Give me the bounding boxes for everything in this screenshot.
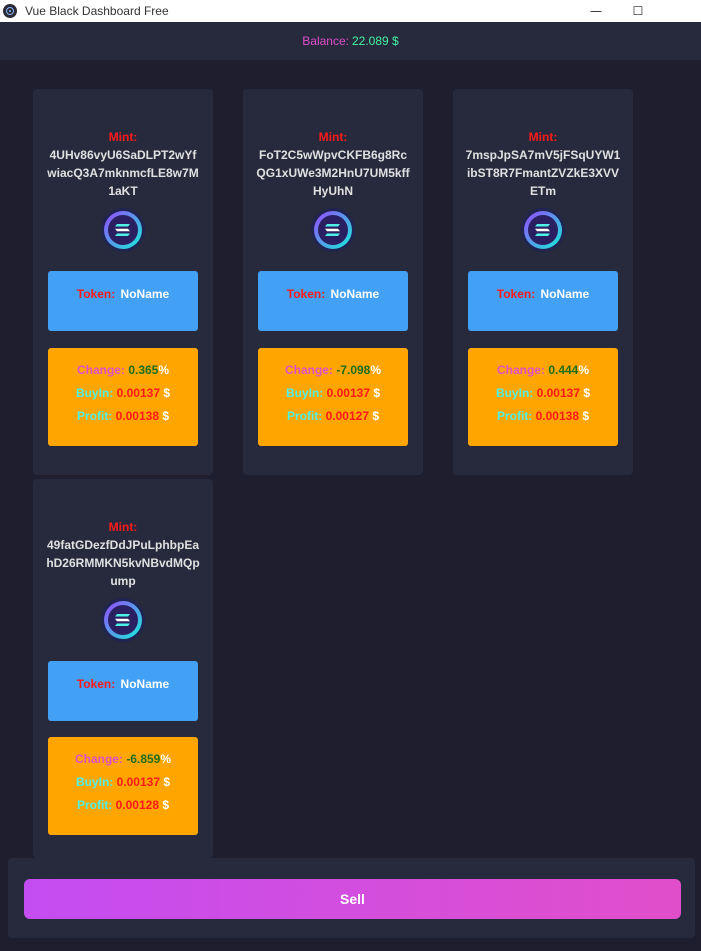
buyin-unit: $ xyxy=(163,775,171,789)
change-row: Change: -6.859% xyxy=(48,752,198,766)
change-unit: % xyxy=(370,363,382,377)
change-value: 0.365 xyxy=(128,363,159,377)
change-label: Change: xyxy=(76,363,125,377)
sell-button[interactable]: Sell xyxy=(24,879,681,919)
stats-box: Change: -6.859% BuyIn: 0.00137 $ Profit:… xyxy=(48,737,198,835)
change-row: Change: 0.365% xyxy=(48,363,198,377)
solana-logo-icon xyxy=(521,208,565,252)
token-box: Token: NoName xyxy=(258,271,408,331)
profit-label: Profit: xyxy=(76,409,113,423)
mint-address: FoT2C5wWpvCKFB6g8RcQG1xUWe3M2HnU7UM5kffH… xyxy=(256,148,410,198)
change-unit: % xyxy=(158,363,170,377)
token-label: Token: xyxy=(286,287,326,301)
profit-value: 0.00138 xyxy=(535,409,580,423)
mint-address: 49fatGDezfDdJPuLphbpEahD26RMMKN5kvNBvdMQ… xyxy=(46,538,200,588)
profit-row: Profit: 0.00127 $ xyxy=(258,409,408,423)
token-box: Token: NoName xyxy=(48,661,198,721)
buyin-value: 0.00137 xyxy=(116,386,161,400)
buyin-row: BuyIn: 0.00137 $ xyxy=(48,775,198,789)
token-value: NoName xyxy=(540,287,590,301)
change-unit: % xyxy=(160,752,172,766)
buyin-value: 0.00137 xyxy=(326,386,371,400)
profit-label: Profit: xyxy=(496,409,533,423)
change-value: -6.859 xyxy=(126,752,161,766)
stats-box: Change: 0.365% BuyIn: 0.00137 $ Profit: … xyxy=(48,348,198,446)
sell-panel: Sell xyxy=(8,858,695,938)
buyin-label: BuyIn: xyxy=(495,386,534,400)
token-value: NoName xyxy=(330,287,380,301)
token-card: Mint: 4UHv86vyU6SaDLPT2wYfwiacQ3A7mknmcf… xyxy=(33,89,213,475)
buyin-label: BuyIn: xyxy=(285,386,324,400)
profit-unit: $ xyxy=(582,409,590,423)
balance-label: Balance: xyxy=(302,34,349,48)
maximize-icon[interactable]: ☐ xyxy=(617,0,659,22)
profit-row: Profit: 0.00138 $ xyxy=(48,409,198,423)
profit-value: 0.00138 xyxy=(115,409,160,423)
close-icon[interactable] xyxy=(659,0,701,22)
profit-unit: $ xyxy=(372,409,380,423)
stats-box: Change: 0.444% BuyIn: 0.00137 $ Profit: … xyxy=(468,348,618,446)
token-value: NoName xyxy=(120,677,170,691)
buyin-label: BuyIn: xyxy=(75,386,114,400)
mint-address: 7mspJpSA7mV5jFSqUYW1ibST8R7FmantZVZkE3XV… xyxy=(465,148,621,198)
change-row: Change: -7.098% xyxy=(258,363,408,377)
change-label: Change: xyxy=(496,363,545,377)
profit-unit: $ xyxy=(162,798,170,812)
mint-label: Mint: xyxy=(528,130,558,144)
token-box: Token: NoName xyxy=(468,271,618,331)
buyin-row: BuyIn: 0.00137 $ xyxy=(48,386,198,400)
profit-row: Profit: 0.00128 $ xyxy=(48,798,198,812)
stats-box: Change: -7.098% BuyIn: 0.00137 $ Profit:… xyxy=(258,348,408,446)
profit-unit: $ xyxy=(162,409,170,423)
change-label: Change: xyxy=(284,363,333,377)
window-controls: — ☐ xyxy=(575,0,701,22)
minimize-icon[interactable]: — xyxy=(575,0,617,22)
solana-logo-icon xyxy=(311,208,355,252)
mint-label: Mint: xyxy=(108,130,138,144)
mint-label: Mint: xyxy=(108,520,138,534)
buyin-label: BuyIn: xyxy=(75,775,114,789)
token-card: Mint: 49fatGDezfDdJPuLphbpEahD26RMMKN5kv… xyxy=(33,479,213,858)
buyin-value: 0.00137 xyxy=(116,775,161,789)
buyin-row: BuyIn: 0.00137 $ xyxy=(258,386,408,400)
buyin-unit: $ xyxy=(163,386,171,400)
profit-value: 0.00128 xyxy=(115,798,160,812)
token-card: Mint: 7mspJpSA7mV5jFSqUYW1ibST8R7FmantZV… xyxy=(453,89,633,475)
window-titlebar: Vue Black Dashboard Free — ☐ xyxy=(0,0,701,22)
change-value: -7.098 xyxy=(336,363,371,377)
solana-logo-icon xyxy=(101,208,145,252)
mint-address: 4UHv86vyU6SaDLPT2wYfwiacQ3A7mknmcfLE8w7M… xyxy=(47,148,199,198)
mint-label: Mint: xyxy=(318,130,348,144)
profit-value: 0.00127 xyxy=(325,409,370,423)
window-title: Vue Black Dashboard Free xyxy=(25,4,169,18)
solana-logo-icon xyxy=(101,598,145,642)
balance-value: 22.089 $ xyxy=(351,34,399,48)
buyin-row: BuyIn: 0.00137 $ xyxy=(468,386,618,400)
profit-label: Profit: xyxy=(286,409,323,423)
token-label: Token: xyxy=(76,677,116,691)
balance-bar: Balance: 22.089 $ xyxy=(0,22,701,60)
token-label: Token: xyxy=(496,287,536,301)
buyin-value: 0.00137 xyxy=(536,386,581,400)
change-row: Change: 0.444% xyxy=(468,363,618,377)
token-box: Token: NoName xyxy=(48,271,198,331)
token-card: Mint: FoT2C5wWpvCKFB6g8RcQG1xUWe3M2HnU7U… xyxy=(243,89,423,475)
buyin-unit: $ xyxy=(583,386,591,400)
profit-row: Profit: 0.00138 $ xyxy=(468,409,618,423)
change-label: Change: xyxy=(74,752,123,766)
profit-label: Profit: xyxy=(76,798,113,812)
vue-app-icon xyxy=(3,4,17,18)
change-unit: % xyxy=(578,363,590,377)
change-value: 0.444 xyxy=(548,363,579,377)
token-value: NoName xyxy=(120,287,170,301)
buyin-unit: $ xyxy=(373,386,381,400)
token-label: Token: xyxy=(76,287,116,301)
